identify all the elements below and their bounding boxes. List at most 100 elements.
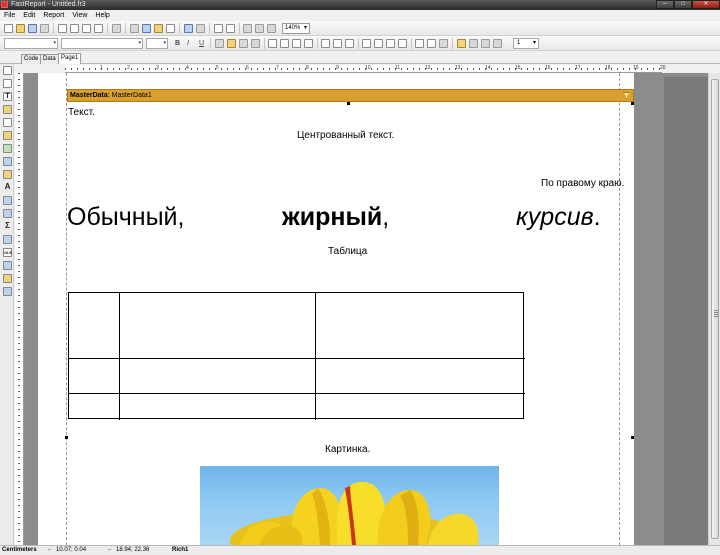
align-top-icon[interactable] [321, 39, 330, 48]
menu-help[interactable]: Help [95, 10, 109, 21]
frame-right-icon[interactable] [398, 39, 407, 48]
copy-formatting-icon[interactable] [166, 24, 175, 33]
align-center-icon[interactable] [280, 39, 289, 48]
delete-page-icon[interactable] [82, 24, 91, 33]
tulips-picture[interactable] [200, 466, 499, 545]
frame-left-icon[interactable] [386, 39, 395, 48]
picture-caption[interactable]: Картинка. [325, 444, 370, 455]
paste-icon[interactable] [154, 24, 163, 33]
undo-icon[interactable] [184, 24, 193, 33]
new-icon[interactable] [4, 24, 13, 33]
ole-object-icon[interactable]: OLE [3, 248, 12, 257]
show-grid-icon[interactable] [243, 24, 252, 33]
tab-page1[interactable]: Page1 [58, 53, 82, 64]
menu-view[interactable]: View [72, 10, 87, 21]
insert-band-icon[interactable] [3, 118, 12, 127]
variables-icon[interactable] [112, 24, 121, 33]
report-table[interactable] [68, 292, 525, 420]
bold-button[interactable]: B [175, 38, 180, 49]
tab-data[interactable]: Data [40, 54, 59, 64]
align-left-icon[interactable] [268, 39, 277, 48]
table-caption[interactable]: Таблица [328, 246, 367, 257]
menu-file[interactable]: File [4, 10, 15, 21]
redo-icon[interactable] [196, 24, 205, 33]
chart-object-icon[interactable] [3, 157, 12, 166]
align-middle-icon[interactable] [333, 39, 342, 48]
image-object-icon[interactable] [3, 196, 12, 205]
line-object-icon[interactable] [3, 235, 12, 244]
underline-button[interactable]: U [199, 38, 204, 49]
group-icon[interactable] [214, 24, 223, 33]
font-settings-icon[interactable] [215, 39, 224, 48]
text-italic[interactable]: курсив. [516, 200, 601, 234]
new-page-icon[interactable] [58, 24, 67, 33]
rich-text-object-icon[interactable] [3, 261, 12, 270]
text-right-aligned[interactable]: По правому краю. [541, 178, 624, 189]
zoom-tool-icon[interactable] [3, 79, 12, 88]
frame-style-icon[interactable] [481, 39, 490, 48]
separator [53, 23, 54, 34]
text-object-icon[interactable]: A [3, 183, 12, 192]
picture-object-icon[interactable] [3, 170, 12, 179]
font-color-icon[interactable] [227, 39, 236, 48]
subreport-icon[interactable] [3, 131, 12, 140]
line-width-icon[interactable] [493, 39, 502, 48]
text-centered[interactable]: Центрованный текст. [297, 130, 394, 141]
line-width-input[interactable]: 1 ▾ [513, 38, 539, 49]
new-dialog-icon[interactable] [70, 24, 79, 33]
selection-handle[interactable] [65, 436, 68, 439]
preview-icon[interactable] [40, 24, 49, 33]
font-size-select[interactable]: ▾ [146, 38, 168, 49]
fill-color-icon[interactable] [457, 39, 466, 48]
masterdata-band-header[interactable]: MasterData: MasterData1 [67, 89, 634, 102]
shadow-icon[interactable] [439, 39, 448, 48]
selection-handle[interactable] [347, 102, 350, 105]
zoom-select[interactable]: 140% ▾ [282, 23, 310, 34]
align-right-icon[interactable] [292, 39, 301, 48]
frame-color-icon[interactable] [469, 39, 478, 48]
save-icon[interactable] [28, 24, 37, 33]
selection-handle[interactable] [631, 102, 634, 105]
close-button[interactable]: ✕ [692, 0, 720, 9]
minimize-button[interactable]: ─ [656, 0, 674, 9]
ruler-label: 14 [485, 65, 491, 71]
barcode-object-icon[interactable] [3, 287, 12, 296]
maximize-button[interactable]: □ [674, 0, 692, 9]
italic-button[interactable]: I [187, 38, 189, 49]
menu-report[interactable]: Report [43, 10, 64, 21]
ungroup-icon[interactable] [226, 24, 235, 33]
page-settings-icon[interactable] [94, 24, 103, 33]
scrollbar-thumb[interactable] [711, 79, 719, 539]
format-painter-icon[interactable] [3, 105, 12, 114]
text-normal[interactable]: Обычный, [67, 200, 184, 234]
copy-icon[interactable] [142, 24, 151, 33]
checkbox-object-icon[interactable] [3, 144, 12, 153]
align-justify-icon[interactable] [304, 39, 313, 48]
frame-top-icon[interactable] [362, 39, 371, 48]
rotation-icon[interactable] [251, 39, 260, 48]
cut-icon[interactable] [130, 24, 139, 33]
cross-tab-object-icon[interactable] [3, 274, 12, 283]
frame-all-icon[interactable] [415, 39, 424, 48]
open-icon[interactable] [16, 24, 25, 33]
tab-code[interactable]: Code [21, 54, 42, 64]
fit-to-grid-icon[interactable] [267, 24, 276, 33]
status-units: Centimeters [2, 547, 37, 553]
font-name-select[interactable]: ▾ [61, 38, 143, 49]
frame-none-icon[interactable] [427, 39, 436, 48]
align-bottom-icon[interactable] [345, 39, 354, 48]
menu-edit[interactable]: Edit [23, 10, 35, 21]
text-bold[interactable]: жирный, [282, 200, 389, 234]
selection-handle[interactable] [631, 436, 634, 439]
frame-bottom-icon[interactable] [374, 39, 383, 48]
copy-object-icon[interactable] [3, 209, 12, 218]
text-plain[interactable]: Текст. [68, 107, 95, 118]
sum-object-icon[interactable]: Σ [3, 222, 12, 231]
style-select[interactable]: ▾ [4, 38, 58, 49]
align-to-grid-icon[interactable] [255, 24, 264, 33]
filter-icon[interactable] [623, 92, 630, 99]
text-tool-icon[interactable]: T [3, 92, 12, 101]
vertical-scrollbar[interactable] [708, 73, 720, 545]
hand-tool-icon[interactable] [3, 66, 12, 75]
highlight-icon[interactable] [239, 39, 248, 48]
